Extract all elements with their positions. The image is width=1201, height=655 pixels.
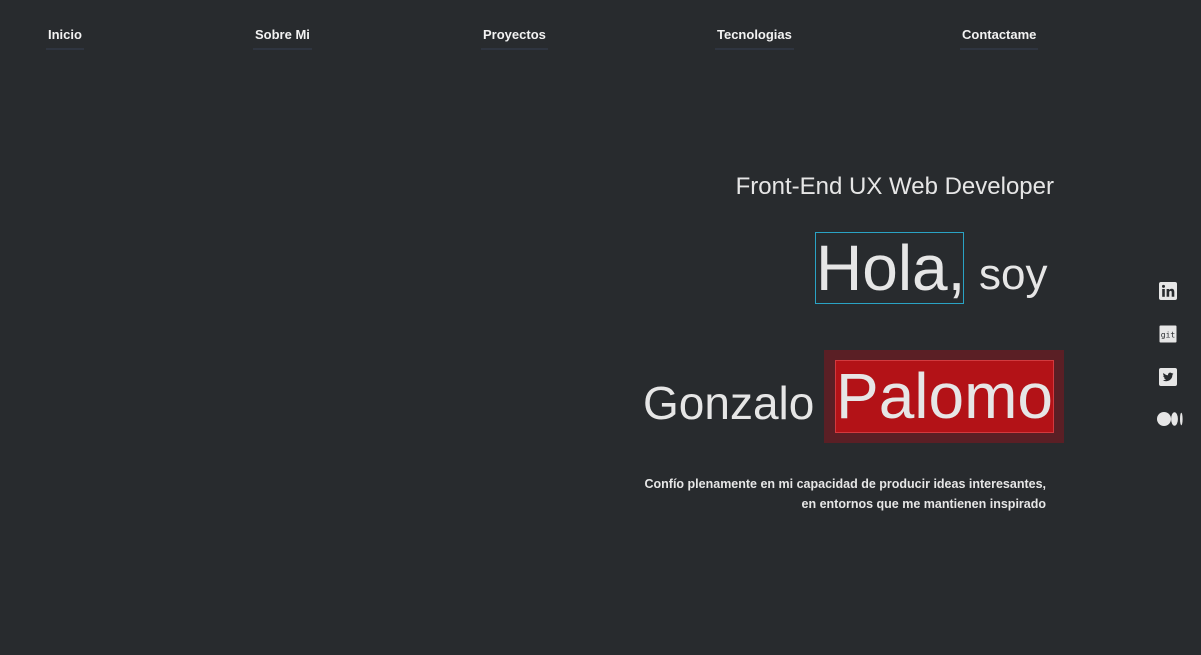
git-icon[interactable]: git (1158, 324, 1178, 344)
nav-link-proyectos[interactable]: Proyectos (481, 27, 548, 50)
hero-last-name: Palomo (836, 360, 1053, 432)
hero-description: Confío plenamente en mi capacidad de pro… (644, 476, 1047, 511)
twitter-icon[interactable] (1158, 367, 1178, 387)
hero-greeting: Hola, (816, 232, 966, 304)
nav-link-tecnologias[interactable]: Tecnologias (715, 27, 794, 50)
nav-link-inicio[interactable]: Inicio (46, 27, 84, 50)
hero-subtitle: Front-End UX Web Developer (735, 173, 1054, 200)
nav-link-sobre-mi[interactable]: Sobre Mi (253, 27, 312, 50)
hero-greeting-rest: soy (979, 250, 1048, 299)
nav-link-contactame[interactable]: Contactame (960, 27, 1039, 50)
medium-icon[interactable] (1157, 409, 1185, 429)
hero-first-name: Gonzalo (643, 377, 815, 429)
linkedin-icon[interactable] (1158, 281, 1178, 301)
git-icon-label: git (1161, 330, 1176, 339)
